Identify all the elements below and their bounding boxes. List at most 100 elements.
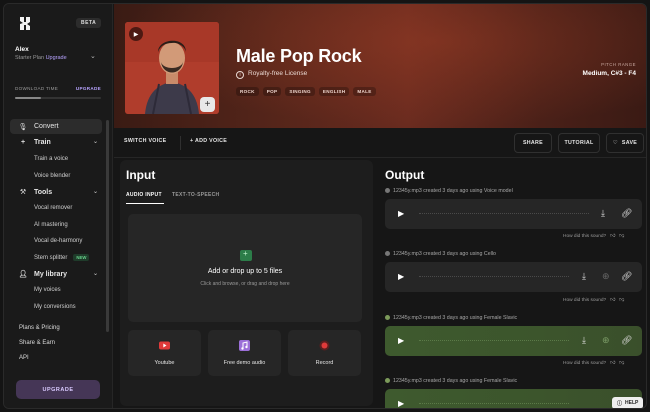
play-icon[interactable]: ▶	[398, 209, 404, 218]
sidebar-item-my-library[interactable]: 👤︎ My library ⌄	[10, 267, 102, 282]
sidebar-item-my-conversions[interactable]: My conversions	[10, 299, 102, 314]
sidebar-item-vocal-deharmony[interactable]: Vocal de-harmony	[10, 234, 102, 249]
download-upgrade-link[interactable]: UPGRADE	[76, 86, 101, 91]
source-label: Youtube	[154, 360, 175, 366]
plus-icon[interactable]: ⊕	[602, 271, 610, 282]
tag: SINGING	[285, 87, 315, 96]
sidebar-item-voice-blender[interactable]: Voice blender	[10, 168, 102, 183]
waveform[interactable]	[419, 213, 589, 214]
help-button[interactable]: ⓘ HELP	[612, 397, 644, 408]
waveform[interactable]	[419, 340, 569, 341]
add-voice-button[interactable]: + ADD VOICE	[190, 138, 227, 144]
output-item-meta: 12345y.mp3 created 3 days ago using Voic…	[385, 188, 513, 194]
license-label: Royalty-free License	[248, 70, 308, 77]
play-icon[interactable]: ▶	[398, 336, 404, 345]
chevron-down-icon: ⌄	[92, 139, 98, 146]
tutorial-button[interactable]: TUTORIAL	[558, 133, 600, 153]
voice-avatar-icon	[385, 315, 390, 320]
plus-icon[interactable]: ⊕	[602, 335, 610, 346]
download-progress-fill	[15, 97, 41, 99]
source-label: Free demo audio	[223, 360, 266, 366]
music-note-icon	[239, 340, 250, 351]
sidebar-scrollbar[interactable]	[106, 120, 109, 332]
tag: ROCK	[236, 87, 259, 96]
sidebar-item-label: Stem splitter	[34, 254, 68, 261]
sidebar-item-label: Tools	[34, 188, 53, 196]
sidebar: BETA Alex Starter Plan Upgrade ⌄ DOWNLOA…	[4, 4, 113, 408]
sidebar-item-label: Convert	[34, 123, 59, 130]
audio-player: ▶ ⤓ ⊕ 🔗︎	[385, 262, 642, 292]
pitch-range-value: Medium, C#3 - F4	[582, 70, 636, 77]
thumbs-up-icon[interactable]: 👍︎	[610, 298, 615, 303]
tab-audio-input[interactable]: AUDIO INPUT	[126, 192, 162, 198]
sidebar-nav: 🎙︎ Convert + Train ⌄ Train a voice Voice…	[10, 119, 102, 316]
folder-plus-icon	[240, 249, 252, 261]
help-label: HELP	[625, 400, 639, 406]
dropzone-title: Add or drop up to 5 files	[207, 268, 283, 275]
sidebar-item-train-voice[interactable]: Train a voice	[10, 152, 102, 167]
plan-text: Starter Plan Upgrade	[15, 55, 67, 61]
play-icon[interactable]: ▶	[398, 272, 404, 281]
feedback-row: How did this sound? 👍︎ 👎︎	[563, 361, 624, 366]
voice-avatar-icon	[385, 188, 390, 193]
api-link[interactable]: API	[19, 355, 29, 361]
pitch-range: PITCH RANGE Medium, C#3 - F4	[583, 62, 636, 77]
tools-icon: ⚒	[19, 189, 27, 197]
microphone-icon: 🎙︎	[18, 123, 28, 131]
upgrade-button[interactable]: UPGRADE	[16, 380, 100, 399]
source-demo-audio-button[interactable]: Free demo audio	[208, 330, 281, 376]
share-button[interactable]: SHARE	[514, 133, 552, 153]
thumbs-up-icon[interactable]: 👍︎	[610, 361, 615, 366]
tab-text-to-speech[interactable]: TEXT-TO-SPEECH	[172, 192, 219, 198]
plans-pricing-link[interactable]: Plans & Pricing	[19, 325, 60, 331]
chevron-down-icon[interactable]: ⌄	[90, 52, 96, 60]
thumbs-down-icon[interactable]: 👎︎	[619, 298, 624, 303]
feedback-row: How did this sound? 👍︎ 👎︎	[563, 298, 624, 303]
sidebar-item-label: My library	[34, 270, 68, 278]
app-logo-icon[interactable]	[19, 16, 31, 30]
sidebar-item-vocal-remover[interactable]: Vocal remover	[10, 201, 102, 216]
link-icon[interactable]: 🔗︎	[621, 271, 632, 282]
thumbs-down-icon[interactable]: 👎︎	[619, 361, 624, 366]
source-record-button[interactable]: Record	[288, 330, 361, 376]
waveform[interactable]	[419, 276, 569, 277]
sidebar-item-convert[interactable]: 🎙︎ Convert	[10, 119, 102, 134]
output-panel: Output 12345y.mp3 created 3 days ago usi…	[379, 160, 644, 408]
sidebar-item-stem-splitter[interactable]: Stem splitter NEW	[10, 250, 102, 265]
output-meta-text: 12345y.mp3 created 3 days ago using Cell…	[393, 251, 496, 257]
plan-upgrade-link[interactable]: Upgrade	[46, 55, 67, 61]
user-switcher[interactable]: Alex Starter Plan Upgrade	[15, 46, 67, 61]
output-heading: Output	[385, 168, 425, 182]
voice-avatar-icon	[385, 378, 390, 383]
user-name: Alex	[15, 46, 29, 53]
add-voice-plus-button[interactable]: +	[200, 97, 215, 112]
sidebar-item-tools[interactable]: ⚒ Tools ⌄	[10, 185, 102, 200]
preview-play-button[interactable]: ▶	[129, 27, 143, 41]
waveform[interactable]	[419, 403, 569, 404]
share-earn-link[interactable]: Share & Earn	[19, 340, 55, 346]
beta-badge: BETA	[76, 18, 102, 28]
sidebar-item-my-voices[interactable]: My voices	[10, 283, 102, 298]
download-icon[interactable]: ⤓	[601, 208, 605, 219]
output-meta-text: 12345y.mp3 created 3 days ago using Fema…	[393, 315, 518, 321]
chevron-down-icon: ⌄	[92, 188, 98, 195]
thumbs-down-icon[interactable]: 👎︎	[619, 234, 624, 239]
download-time-label: DOWNLOAD TIME	[15, 86, 59, 91]
file-dropzone[interactable]: Add or drop up to 5 files Click and brow…	[128, 214, 362, 322]
source-label: Record	[315, 360, 334, 366]
play-icon[interactable]: ▶	[398, 399, 404, 408]
plan-name: Starter Plan	[15, 55, 45, 61]
dropzone-subtitle: Click and browse, or drag and drop here	[200, 281, 290, 287]
tag: MALE	[353, 87, 376, 96]
thumbs-up-icon[interactable]: 👍︎	[610, 234, 615, 239]
download-icon[interactable]: ⤓	[582, 271, 586, 282]
link-icon[interactable]: 🔗︎	[621, 335, 632, 346]
download-icon[interactable]: ⤓	[582, 335, 586, 346]
source-youtube-button[interactable]: Youtube	[128, 330, 201, 376]
sidebar-item-label: Train	[34, 139, 51, 147]
link-icon[interactable]: 🔗︎	[621, 208, 632, 219]
sidebar-item-ai-mastering[interactable]: AI mastering	[10, 217, 102, 232]
save-button[interactable]: ♡ SAVE	[606, 133, 644, 153]
switch-voice-button[interactable]: SWITCH VOICE	[124, 138, 166, 144]
sidebar-item-train[interactable]: + Train ⌄	[10, 135, 102, 150]
